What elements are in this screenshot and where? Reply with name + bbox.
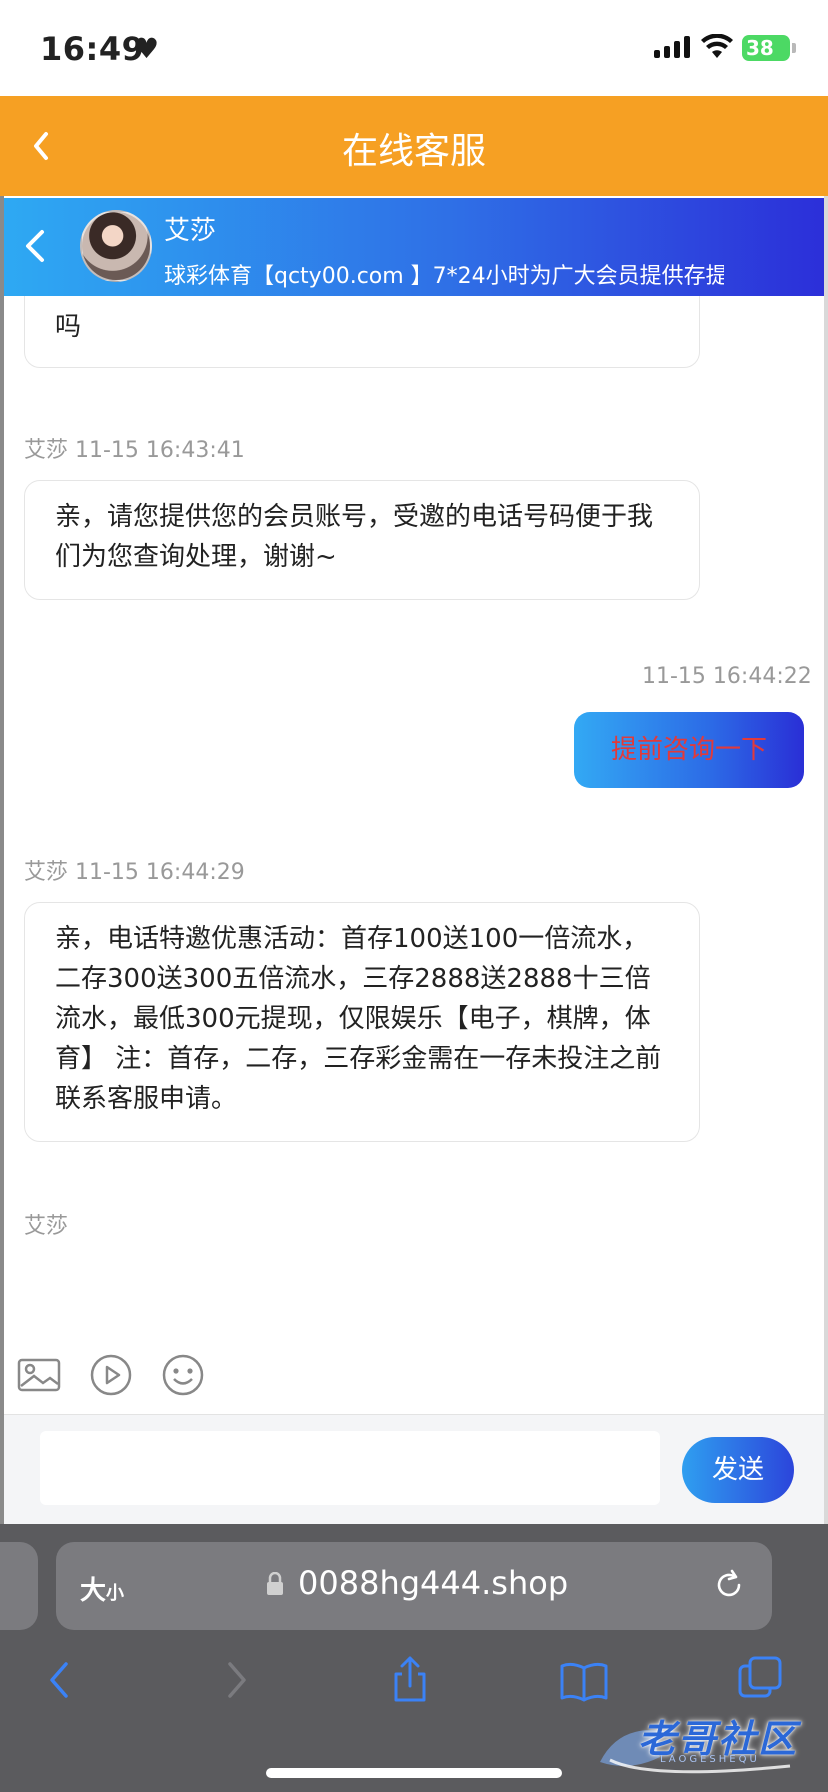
battery-tip (792, 43, 796, 53)
message-input[interactable] (40, 1431, 660, 1505)
composer: 发送 (4, 1414, 824, 1524)
status-bar: 16:49 ♥ 38 (0, 0, 828, 96)
send-button[interactable]: 发送 (682, 1437, 794, 1503)
message-meta: 艾莎 11-15 16:44:29 (24, 860, 245, 885)
url-text: 0088hg444.shop (298, 1564, 569, 1602)
lock-icon (267, 1572, 283, 1595)
reload-icon[interactable] (712, 1568, 746, 1602)
video-icon[interactable] (88, 1352, 134, 1398)
app-header: 在线客服 (0, 96, 828, 196)
cellular-signal-icon (654, 36, 690, 58)
text-size-small: 小 (106, 1583, 125, 1604)
address-bar[interactable]: 大小 0088hg444.shop (56, 1542, 772, 1630)
battery-icon: 38 (742, 35, 790, 61)
message-bubble-agent: 亲，电话特邀优惠活动：首存100送100一倍流水，二存300送300五倍流水，三… (24, 902, 700, 1142)
bookmarks-icon[interactable] (558, 1654, 610, 1706)
battery-level: 38 (746, 36, 774, 60)
typing-meta: 艾莎 (24, 1214, 69, 1239)
agent-subtitle: 球彩体育【qcty00.com 】7*24小时为广大会员提供存提 (164, 264, 724, 289)
browser-back-icon[interactable] (34, 1654, 86, 1706)
browser-forward-icon[interactable] (210, 1654, 262, 1706)
share-icon[interactable] (384, 1654, 436, 1706)
page-title: 在线客服 (341, 131, 486, 172)
agent-header: 艾莎 球彩体育【qcty00.com 】7*24小时为广大会员提供存提 (4, 198, 824, 296)
tabs-icon[interactable] (734, 1654, 786, 1706)
status-time: 16:49 (40, 30, 145, 68)
message-meta-self: 11-15 16:44:22 (642, 664, 812, 689)
home-indicator (266, 1768, 562, 1778)
browser-toolbar: 大小 0088hg444.shop 老哥社区 LAOGESHEQU (0, 1524, 828, 1792)
message-text-partial: 吗 (55, 312, 82, 342)
agent-name: 艾莎 (164, 216, 217, 246)
watermark-logo: 老哥社区 LAOGESHEQU (590, 1702, 820, 1782)
wifi-icon (701, 34, 733, 58)
message-text: 亲，电话特邀优惠活动：首存100送100一倍流水，二存300送300五倍流水，三… (55, 924, 662, 1114)
agent-avatar (80, 210, 152, 282)
emoji-icon[interactable] (160, 1352, 206, 1398)
heart-icon: ♥ (134, 32, 160, 65)
chat-back-chevron-icon[interactable] (22, 226, 46, 266)
message-meta: 艾莎 11-15 16:43:41 (24, 438, 245, 463)
text-size-button[interactable]: 大小 (80, 1570, 124, 1607)
message-bubble-self: 提前咨询一下 (574, 712, 804, 788)
watermark-subtext: LAOGESHEQU (660, 1754, 760, 1765)
text-size-big: 大 (80, 1576, 107, 1606)
previous-tab-stub[interactable] (0, 1542, 38, 1630)
message-bubble-agent: 亲，请您提供您的会员账号，受邀的电话号码便于我们为您查询处理，谢谢~ (24, 480, 700, 600)
message-text: 亲，请您提供您的会员账号，受邀的电话号码便于我们为您查询处理，谢谢~ (55, 502, 654, 572)
image-icon[interactable] (16, 1352, 62, 1398)
